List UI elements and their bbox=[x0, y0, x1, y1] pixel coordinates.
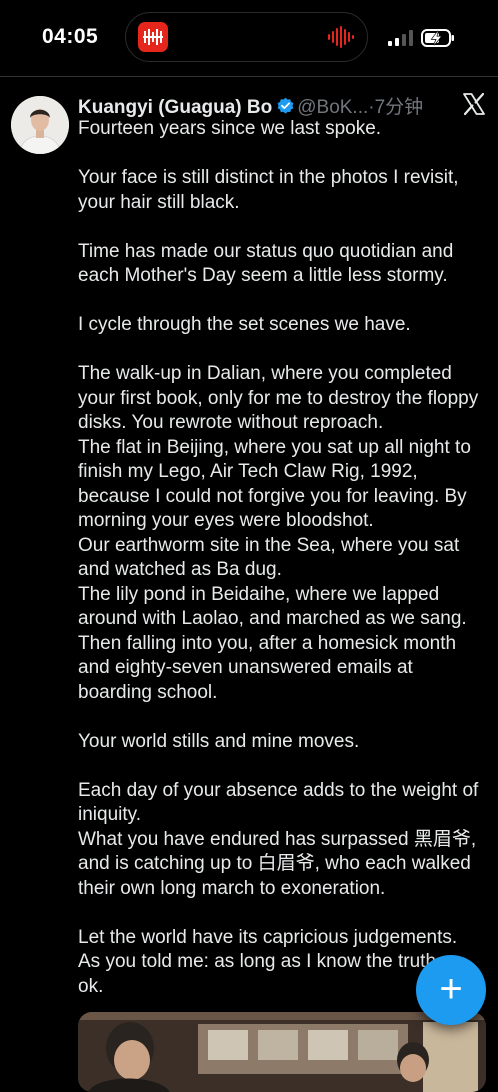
post-text-line: Your world stills and mine moves. bbox=[78, 730, 360, 752]
post-text-line: finish my Lego, Air Tech Claw Rig, 1992, bbox=[78, 461, 418, 482]
status-time: 04:05 bbox=[42, 25, 99, 48]
post-text-line: The lily pond in Beidaihe, where we lapp… bbox=[78, 583, 440, 605]
post-text-line: iniquity. bbox=[78, 804, 142, 825]
x-logo-icon[interactable] bbox=[462, 92, 486, 116]
plus-icon: + bbox=[439, 967, 463, 1011]
post-text: Fourteen years since we last spoke. Your … bbox=[78, 117, 496, 999]
post-header: Kuangyi (Guagua) Bo @BoK...·7分钟 bbox=[78, 92, 423, 118]
post-text-line: their own long march to exoneration. bbox=[78, 877, 386, 899]
author-name[interactable]: Kuangyi (Guagua) Bo bbox=[78, 97, 272, 118]
verified-badge-icon bbox=[277, 97, 294, 114]
cellular-signal-icon bbox=[388, 30, 413, 46]
post-text-line: disks. You rewrote without reproach. bbox=[78, 412, 384, 433]
post-text-line: Then falling into you, after a homesick … bbox=[78, 632, 457, 654]
post-text-line: each Mother's Day seem a little less sto… bbox=[78, 265, 448, 286]
post-text-line: morning your eyes were bloodshot. bbox=[78, 510, 374, 531]
battery-charging-icon bbox=[421, 29, 454, 47]
post-timestamp[interactable]: 7分钟 bbox=[375, 97, 424, 118]
post-text-line: Your face is still distinct in the photo… bbox=[78, 167, 459, 188]
post-text-line: Time has made our status quo quotidian a… bbox=[78, 240, 454, 262]
compose-button[interactable]: + bbox=[416, 955, 486, 1025]
post-text-line: your first book, only for me to destroy … bbox=[78, 387, 479, 409]
dynamic-island[interactable] bbox=[125, 12, 368, 62]
post-text-line: around with Laolao, and marched as we sa… bbox=[78, 608, 467, 629]
post-text-line: What you have endured has surpassed 黑眉爷, bbox=[78, 828, 477, 850]
status-bar: 04:05 bbox=[0, 0, 498, 76]
voice-memo-app-icon bbox=[138, 22, 168, 52]
post-text-line: Each day of your absence adds to the wei… bbox=[78, 779, 479, 801]
post-text-line: boarding school. bbox=[78, 681, 218, 703]
author-handle[interactable]: @BoK... bbox=[297, 97, 368, 118]
post-text-line: The flat in Beijing, where you sat up al… bbox=[78, 436, 471, 458]
audio-waveform-icon bbox=[328, 26, 354, 48]
post-text-line: The walk-up in Dalian, where you complet… bbox=[78, 363, 452, 384]
post-text-line: your hair still black. bbox=[78, 191, 240, 213]
post-text-line: Fourteen years since we last spoke. bbox=[78, 118, 382, 139]
post-text-line: and eighty-seven unanswered emails at bbox=[78, 657, 413, 678]
post-text-line: because I could not forgive you for leav… bbox=[78, 485, 467, 507]
post-text-line: I cycle through the set scenes we have. bbox=[78, 314, 411, 335]
top-divider bbox=[0, 76, 498, 77]
post-text-line: Let the world have its capricious judgem… bbox=[78, 926, 458, 948]
avatar[interactable] bbox=[11, 96, 69, 154]
post-text-line: and is catching up to 白眉爷, who each walk… bbox=[78, 853, 471, 874]
post-text-line: and watched as Ba dug. bbox=[78, 559, 282, 580]
post-text-line: Our earthworm site in the Sea, where you… bbox=[78, 534, 460, 556]
